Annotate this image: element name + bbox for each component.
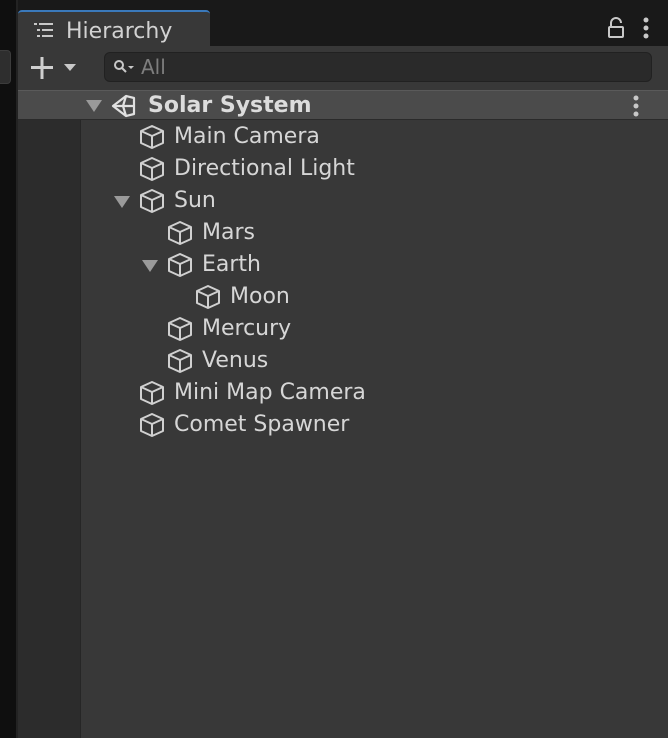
tree-item-label: Venus bbox=[202, 348, 269, 373]
tree-item-label: Comet Spawner bbox=[174, 412, 350, 437]
gameobject-cube-icon bbox=[140, 413, 164, 437]
gameobject-cube-icon bbox=[140, 157, 164, 181]
tab-hierarchy[interactable]: Hierarchy bbox=[18, 10, 210, 46]
tree-item-comet-spawner[interactable]: Comet Spawner bbox=[18, 409, 578, 441]
tree-item-main-camera[interactable]: Main Camera bbox=[18, 121, 578, 153]
scene-row-solar-system[interactable]: Solar System bbox=[18, 90, 668, 120]
hierarchy-tree: Solar System Main Camera Directional Lig… bbox=[18, 90, 668, 738]
tree-item-label: Moon bbox=[230, 284, 290, 309]
search-field[interactable] bbox=[104, 52, 652, 82]
tree-item-label: Mini Map Camera bbox=[174, 380, 366, 405]
tree-item-label: Mars bbox=[202, 220, 255, 245]
unity-scene-icon bbox=[111, 94, 136, 118]
kebab-menu-icon[interactable] bbox=[632, 95, 640, 117]
search-icon bbox=[114, 60, 134, 73]
tree-item-mercury[interactable]: Mercury bbox=[18, 313, 578, 345]
gameobject-cube-icon bbox=[168, 253, 192, 277]
gameobject-cube-icon bbox=[196, 285, 220, 309]
gameobject-cube-icon bbox=[168, 349, 192, 373]
tree-item-mini-map-camera[interactable]: Mini Map Camera bbox=[18, 377, 578, 409]
tree-item-label: Mercury bbox=[202, 316, 292, 341]
tab-label: Hierarchy bbox=[66, 19, 173, 44]
gameobject-cube-icon bbox=[140, 189, 164, 213]
list-icon bbox=[34, 23, 53, 37]
scene-tool-handle[interactable] bbox=[0, 50, 11, 84]
hierarchy-window: Hierarchy All Solar System Main Camera D… bbox=[0, 0, 668, 738]
hierarchy-toolbar bbox=[18, 46, 668, 91]
tree-item-sun[interactable]: Sun bbox=[18, 185, 578, 217]
gameobject-cube-icon bbox=[168, 221, 192, 245]
plus-dropdown-icon[interactable] bbox=[28, 54, 82, 82]
scene-view-edge bbox=[0, 0, 18, 738]
tree-item-label: Sun bbox=[174, 188, 216, 213]
tab-bar: Hierarchy bbox=[18, 0, 668, 46]
tree-item-venus[interactable]: Venus bbox=[18, 345, 578, 377]
tree-item-moon[interactable]: Moon bbox=[18, 281, 578, 313]
tree-item-directional-light[interactable]: Directional Light bbox=[18, 153, 578, 185]
tree-item-label: Main Camera bbox=[174, 124, 320, 149]
gameobject-cube-icon bbox=[168, 317, 192, 341]
gameobject-cube-icon bbox=[140, 381, 164, 405]
tree-item-mars[interactable]: Mars bbox=[18, 217, 578, 249]
gameobject-cube-icon bbox=[140, 125, 164, 149]
lock-icon[interactable] bbox=[606, 17, 626, 39]
tree-item-label: Earth bbox=[202, 252, 261, 277]
kebab-menu-icon[interactable] bbox=[642, 16, 650, 40]
expand-arrow-icon[interactable] bbox=[113, 195, 131, 209]
tree-item-earth[interactable]: Earth bbox=[18, 249, 578, 281]
tree-item-label: Directional Light bbox=[174, 156, 355, 181]
expand-arrow-icon[interactable] bbox=[85, 99, 103, 113]
scene-label: Solar System bbox=[148, 93, 312, 118]
search-input[interactable] bbox=[141, 55, 641, 79]
expand-arrow-icon[interactable] bbox=[141, 259, 159, 273]
